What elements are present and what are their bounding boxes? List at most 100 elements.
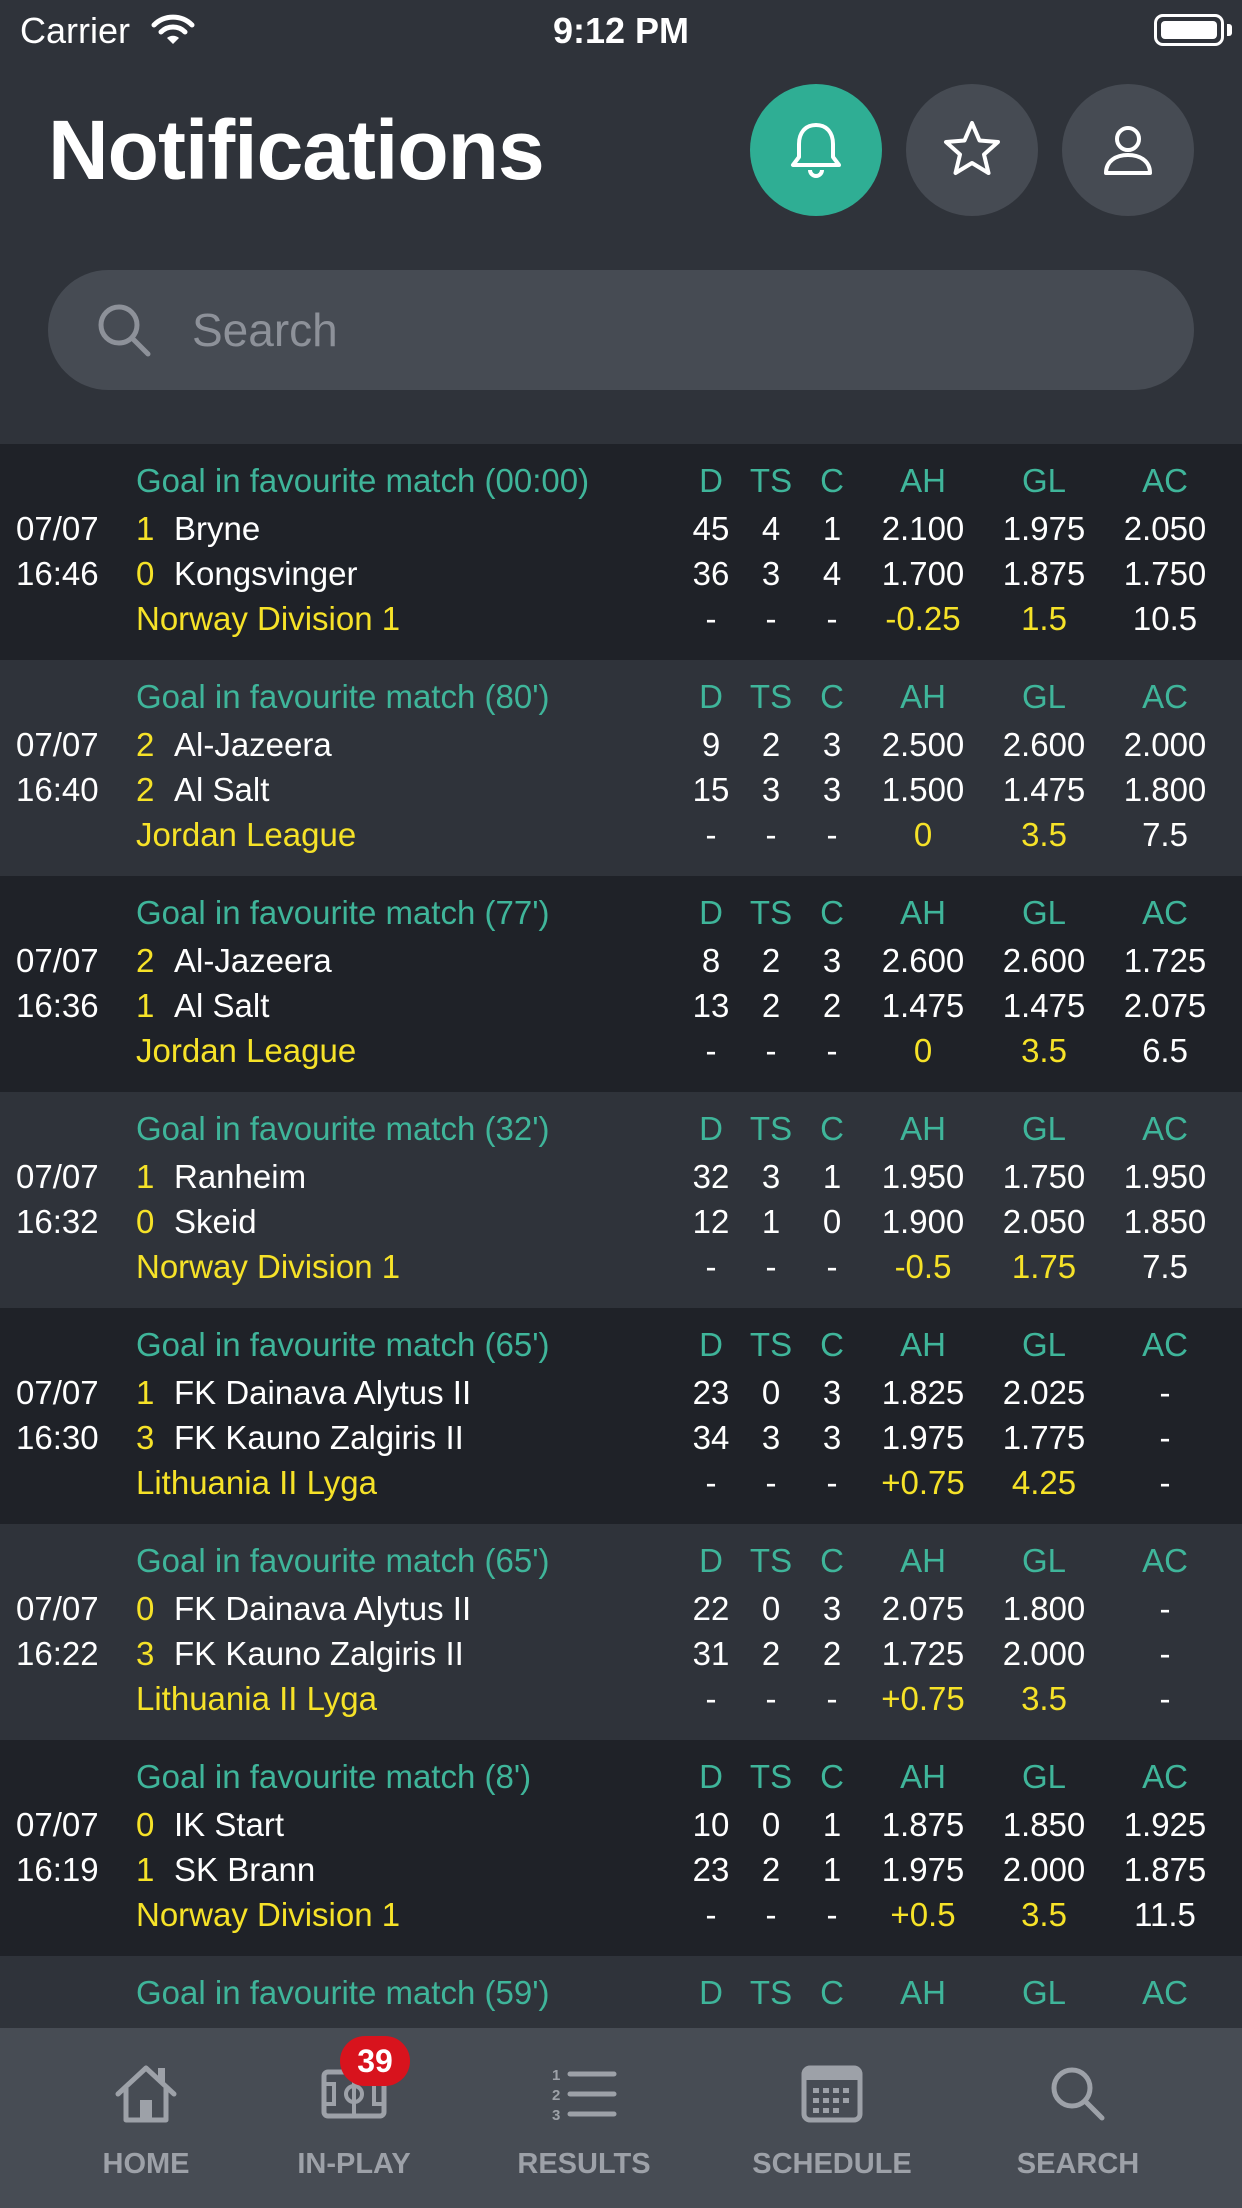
column-header: AH xyxy=(900,678,946,715)
home-score: 1 xyxy=(136,1158,155,1195)
column-header: AH xyxy=(900,1326,946,1363)
line-stat: 4.25 xyxy=(1011,1464,1077,1501)
tab-home-label: HOME xyxy=(102,2148,190,2180)
bell-icon xyxy=(791,123,841,178)
svg-text:1: 1 xyxy=(552,2067,560,2084)
home-team: FK Dainava Alytus II xyxy=(174,1590,472,1627)
notification-title: Goal in favourite match (65') xyxy=(136,1542,550,1579)
line-stat: +0.75 xyxy=(881,1464,965,1501)
notification-title: Goal in favourite match (59') xyxy=(136,1974,550,2011)
column-header: AC xyxy=(1142,678,1188,715)
line-stat: 7.5 xyxy=(1142,1248,1188,1285)
column-header: GL xyxy=(1021,1326,1067,1363)
star-icon xyxy=(944,121,1000,175)
svg-text:3: 3 xyxy=(552,2107,560,2124)
league-name: Norway Division 1 xyxy=(136,600,401,637)
notification-item[interactable]: Goal in favourite match (8') D TS C AH GL AC 07… xyxy=(0,1740,1242,1956)
match-time: 16:32 xyxy=(16,1203,99,1240)
tab-schedule[interactable]: SCHEDULE xyxy=(732,2028,932,2208)
home-team: Al-Jazeera xyxy=(174,726,332,763)
column-header: AC xyxy=(1142,1326,1188,1363)
notification-title: Goal in favourite match (32') xyxy=(136,1110,550,1147)
tab-results-label: RESULTS xyxy=(517,2148,651,2180)
column-header: AC xyxy=(1142,462,1188,499)
away-stat: 2.075 xyxy=(1123,987,1207,1024)
home-stat: 2.025 xyxy=(1002,1374,1086,1411)
column-header: GL xyxy=(1021,462,1067,499)
away-team: FK Kauno Zalgiris II xyxy=(174,1419,464,1456)
match-time: 16:30 xyxy=(16,1419,99,1456)
line-stat: 3.5 xyxy=(1021,1896,1067,1933)
tab-in-play[interactable]: 39 IN-PLAY xyxy=(274,2028,434,2208)
numbered-list-icon: 1 2 3 xyxy=(552,2067,617,2124)
league-name: Jordan League xyxy=(136,816,357,853)
match-time: 16:46 xyxy=(16,555,99,592)
away-stat: 1.725 xyxy=(881,1635,965,1672)
notification-title: Goal in favourite match (77') xyxy=(136,894,550,931)
search-bar[interactable] xyxy=(48,270,1194,390)
column-header: AC xyxy=(1142,894,1188,931)
away-stat: 1.975 xyxy=(881,1851,965,1888)
home-stat: 1.850 xyxy=(1002,1806,1086,1843)
column-header: AH xyxy=(900,1758,946,1795)
away-stat: 1.800 xyxy=(1123,771,1207,808)
notification-item[interactable]: Goal in favourite match (80') D TS C AH GL AC 0… xyxy=(0,660,1242,876)
profile-button[interactable] xyxy=(1062,84,1194,216)
home-stat: 2.500 xyxy=(881,726,965,763)
away-stat: 1.875 xyxy=(1002,555,1086,592)
notification-title: Goal in favourite match (80') xyxy=(136,678,550,715)
league-name: Lithuania II Lyga xyxy=(136,1464,377,1501)
match-date: 07/07 xyxy=(16,1590,99,1627)
away-score: 1 xyxy=(136,987,155,1024)
home-stat: 1.875 xyxy=(881,1806,965,1843)
line-stat: 7.5 xyxy=(1142,816,1188,853)
user-icon xyxy=(1104,126,1152,175)
line-stat: 3.5 xyxy=(1021,1032,1067,1069)
notification-item[interactable]: Goal in favourite match (00:00) D TS C AH GL A… xyxy=(0,444,1242,660)
tab-results[interactable]: 1 2 3 RESULTS xyxy=(504,2028,664,2208)
notification-item[interactable]: Goal in favourite match (65') D TS C AH GL AC 0… xyxy=(0,1524,1242,1740)
home-score: 1 xyxy=(136,510,155,547)
home-stat: 1.950 xyxy=(1123,1158,1207,1195)
home-stat: 2.100 xyxy=(881,510,965,547)
home-stat: 2.050 xyxy=(1123,510,1207,547)
favourites-button[interactable] xyxy=(906,84,1038,216)
match-date: 07/07 xyxy=(16,1158,99,1195)
home-team: Al-Jazeera xyxy=(174,942,332,979)
notification-item[interactable]: Goal in favourite match (32') D TS C AH GL AC 0… xyxy=(0,1092,1242,1308)
tab-home[interactable]: HOME xyxy=(66,2028,226,2208)
home-score: 2 xyxy=(136,942,155,979)
home-stat: - xyxy=(1159,1374,1171,1411)
column-header: AH xyxy=(900,462,946,499)
away-stat: 1.900 xyxy=(881,1203,965,1240)
away-stat: - xyxy=(1159,1419,1171,1456)
away-score: 3 xyxy=(136,1635,155,1672)
search-input[interactable] xyxy=(192,290,1152,370)
notification-item[interactable]: Goal in favourite match (65') D TS C AH GL AC 0… xyxy=(0,1308,1242,1524)
home-score: 0 xyxy=(136,1590,155,1627)
away-team: FK Kauno Zalgiris II xyxy=(174,1635,464,1672)
home-stat: 1.825 xyxy=(881,1374,965,1411)
tab-search-label: SEARCH xyxy=(1016,2148,1140,2180)
notification-list[interactable]: Goal in favourite match (00:00) D TS C AH GL A… xyxy=(0,444,1242,2036)
match-date: 07/07 xyxy=(16,1806,99,1843)
away-score: 1 xyxy=(136,1851,155,1888)
notifications-button[interactable] xyxy=(750,84,882,216)
away-score: 3 xyxy=(136,1419,155,1456)
line-stat: - xyxy=(1159,1464,1171,1501)
column-header: AH xyxy=(900,1110,946,1147)
notification-title: Goal in favourite match (65') xyxy=(136,1326,550,1363)
column-header: AC xyxy=(1142,1542,1188,1579)
tab-search[interactable]: SEARCH xyxy=(998,2028,1158,2208)
home-team: Ranheim xyxy=(174,1158,307,1195)
notification-item[interactable]: Goal in favourite match (59') D TS C AH GL AC xyxy=(0,1956,1242,2036)
away-stat: 1.475 xyxy=(1002,987,1086,1024)
home-score: 1 xyxy=(136,1374,155,1411)
away-team: SK Brann xyxy=(174,1851,316,1888)
line-stat: 11.5 xyxy=(1134,1896,1196,1933)
notification-item[interactable]: Goal in favourite match (77') D TS C AH GL AC 0… xyxy=(0,876,1242,1092)
away-stat: 1.475 xyxy=(881,987,965,1024)
line-stat: -0.5 xyxy=(894,1248,952,1285)
home-stat: 2.600 xyxy=(1002,726,1086,763)
line-stat: 1.75 xyxy=(1011,1248,1077,1285)
